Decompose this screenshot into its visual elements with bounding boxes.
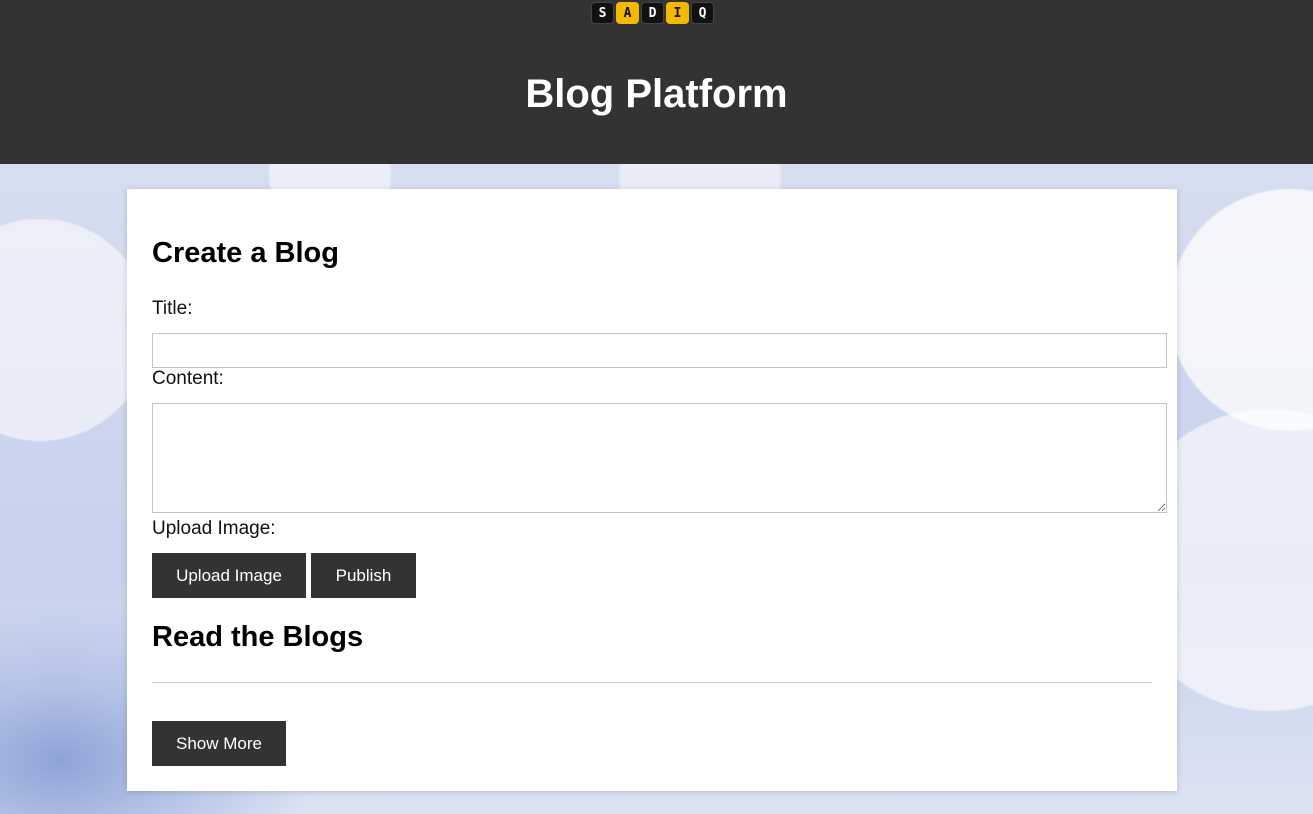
read-blogs-heading: Read the Blogs xyxy=(152,621,364,653)
logo-tile-q: Q xyxy=(691,2,714,24)
content-textarea[interactable] xyxy=(152,403,1167,513)
publish-button[interactable]: Publish xyxy=(311,553,416,598)
page-title: Blog Platform xyxy=(525,72,788,116)
logo-tile-d: D xyxy=(641,2,664,24)
blog-card: Create a Blog Title: Content: Upload Ima… xyxy=(127,189,1177,791)
content-label: Content: xyxy=(152,368,224,389)
create-blog-heading: Create a Blog xyxy=(152,237,339,269)
title-input[interactable] xyxy=(152,333,1167,368)
logo-tile-i: I xyxy=(666,2,689,24)
site-header: S A D I Q Blog Platform xyxy=(0,0,1313,164)
title-label: Title: xyxy=(152,298,193,319)
upload-image-button[interactable]: Upload Image xyxy=(152,553,306,598)
blogs-divider xyxy=(152,682,1152,683)
show-more-button[interactable]: Show More xyxy=(152,721,286,766)
logo-tile-s: S xyxy=(591,2,614,24)
sadiq-logo: S A D I Q xyxy=(591,2,714,24)
upload-image-label: Upload Image: xyxy=(152,518,276,539)
logo-tile-a: A xyxy=(616,2,639,24)
